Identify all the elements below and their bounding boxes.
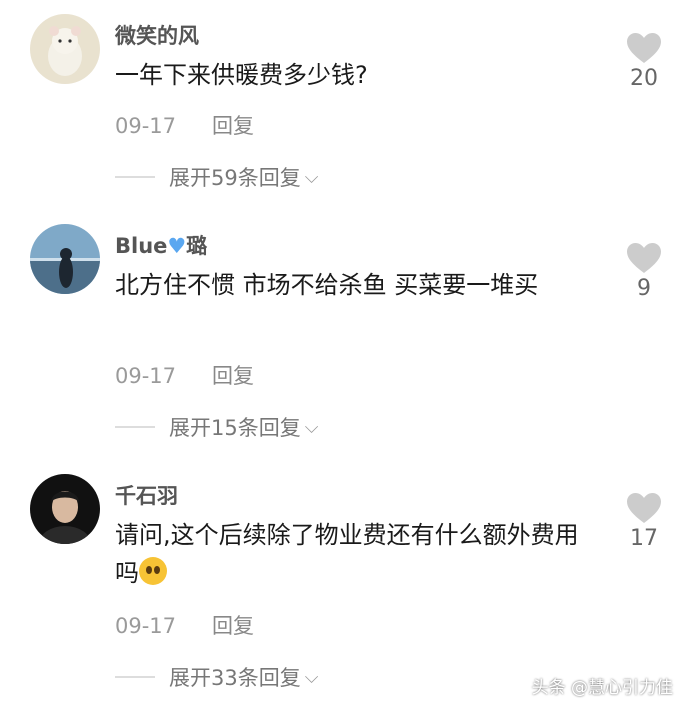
- like-count: 20: [630, 66, 658, 91]
- username-text: Blue: [115, 234, 168, 258]
- comment-text-content: 请问,这个后续除了物业费还有什么额外费用吗: [115, 521, 579, 587]
- divider: [115, 676, 155, 678]
- username-suffix: 璐: [186, 234, 208, 258]
- reply-button[interactable]: 回复: [212, 614, 254, 638]
- comment-meta: 09-17 回复: [115, 610, 254, 640]
- heart-icon: [627, 33, 661, 63]
- heart-icon: [627, 493, 661, 523]
- divider: [115, 426, 155, 428]
- comment-date: 09-17: [115, 364, 177, 388]
- username[interactable]: Blue♥璐: [115, 230, 207, 260]
- divider: [115, 176, 155, 178]
- comment-text: 北方住不惯 市场不给杀鱼 买菜要一堆买: [115, 271, 539, 299]
- blue-heart-icon: ♥: [167, 234, 187, 258]
- heart-icon: [627, 243, 661, 273]
- expand-replies-label: 展开15条回复: [169, 416, 301, 440]
- like-button[interactable]: 20: [620, 32, 668, 91]
- comment-text: 请问,这个后续除了物业费还有什么额外费用吗: [115, 516, 595, 592]
- chevron-down-icon: ⌵: [304, 666, 319, 688]
- comment-meta: 09-17 回复: [115, 110, 254, 140]
- chevron-down-icon: ⌵: [304, 416, 319, 438]
- expand-replies-label: 展开33条回复: [169, 666, 301, 690]
- like-button[interactable]: 9: [620, 242, 668, 301]
- comment-text: 一年下来供暖费多少钱?: [115, 61, 368, 89]
- username[interactable]: 千石羽: [115, 480, 178, 510]
- expand-replies-button[interactable]: 展开33条回复 ⌵: [115, 662, 318, 692]
- reply-button[interactable]: 回复: [212, 114, 254, 138]
- reply-button[interactable]: 回复: [212, 364, 254, 388]
- chevron-down-icon: ⌵: [304, 166, 319, 188]
- comment-date: 09-17: [115, 114, 177, 138]
- avatar[interactable]: [30, 14, 100, 84]
- like-count: 9: [637, 276, 651, 301]
- username[interactable]: 微笑的风: [115, 20, 199, 50]
- avatar[interactable]: [30, 224, 100, 294]
- expand-replies-button[interactable]: 展开59条回复 ⌵: [115, 162, 318, 192]
- comment-date: 09-17: [115, 614, 177, 638]
- expand-replies-button[interactable]: 展开15条回复 ⌵: [115, 412, 318, 442]
- like-count: 17: [630, 526, 658, 551]
- like-button[interactable]: 17: [620, 492, 668, 551]
- comment-meta: 09-17 回复: [115, 360, 254, 390]
- pleading-face-emoji-icon: [139, 557, 167, 585]
- watermark: 头条 @慧心引力佳: [531, 678, 673, 698]
- avatar[interactable]: [30, 474, 100, 544]
- expand-replies-label: 展开59条回复: [169, 166, 301, 190]
